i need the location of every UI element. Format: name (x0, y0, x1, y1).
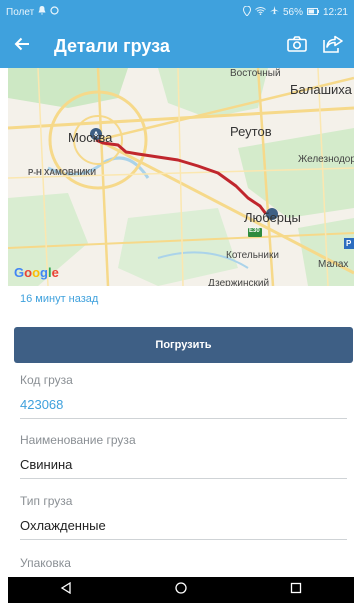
map-label-moskva: Москва (68, 130, 113, 145)
page-title: Детали груза (54, 35, 170, 56)
wifi-icon (255, 6, 266, 18)
map-label-kotelniki: Котельники (226, 250, 279, 261)
nav-recents-button[interactable] (276, 577, 316, 603)
field-cargo-code: Код груза 423068 (20, 373, 347, 419)
field-label: Тип груза (20, 494, 73, 508)
field-label: Код груза (20, 373, 73, 387)
map-label-zheleznodor: Железнодор (298, 154, 354, 165)
cargo-code-value[interactable]: 423068 (20, 397, 347, 418)
location-icon (242, 4, 251, 19)
last-update-timestamp: 16 минут назад (20, 293, 99, 305)
home-circle-icon (175, 581, 187, 599)
map-label-malakh: Малах (318, 259, 349, 270)
status-bar: Полет 56% 12:21 (0, 0, 354, 24)
map-label-e30: E30 (249, 228, 260, 234)
recents-square-icon (290, 581, 302, 599)
cargo-name-value: Свинина (20, 457, 73, 472)
map-label-p: P (346, 239, 352, 248)
map-label-vostochny: Восточный (230, 68, 281, 79)
share-icon (323, 35, 343, 58)
airplane-icon (269, 6, 279, 18)
sync-icon (50, 6, 59, 18)
share-button[interactable] (318, 24, 348, 68)
app-bar: Детали груза (0, 24, 354, 68)
back-triangle-icon (60, 581, 72, 599)
field-label: Упаковка (20, 556, 71, 570)
battery-icon (306, 7, 319, 18)
nav-home-button[interactable] (161, 577, 201, 603)
map-label-dzerzhinsky: Дзержинский (208, 278, 270, 286)
camera-icon (287, 35, 307, 57)
field-packaging: Упаковка (20, 556, 347, 570)
map-label-khamovniki: Р-Н ХАМОВНИКИ (28, 168, 96, 177)
nav-back-button[interactable] (46, 577, 86, 603)
google-logo: Google (14, 265, 59, 280)
camera-button[interactable] (282, 24, 312, 68)
load-button[interactable]: Погрузить (14, 327, 353, 363)
status-left-text: Полет (6, 6, 35, 18)
field-cargo-type: Тип груза Охлажденные (20, 494, 347, 540)
map-label-lyubertsy: Люберцы (244, 210, 301, 225)
back-button[interactable] (0, 24, 44, 68)
map-label-reutov: Реутов (230, 124, 272, 139)
battery-percent: 56% (282, 6, 303, 18)
clock: 12:21 (322, 6, 348, 18)
route-map[interactable]: A Восточный Балашиха Москва Реутов Р-Н Х… (8, 68, 354, 286)
back-arrow-icon (14, 36, 30, 57)
map-canvas: A (8, 68, 354, 286)
field-label: Наименование груза (20, 433, 136, 447)
cargo-type-value: Охлажденные (20, 518, 106, 533)
system-nav-bar (8, 577, 354, 603)
field-cargo-name: Наименование груза Свинина (20, 433, 347, 479)
map-label-balashikha: Балашиха (290, 82, 352, 97)
notification-icon (38, 6, 46, 18)
